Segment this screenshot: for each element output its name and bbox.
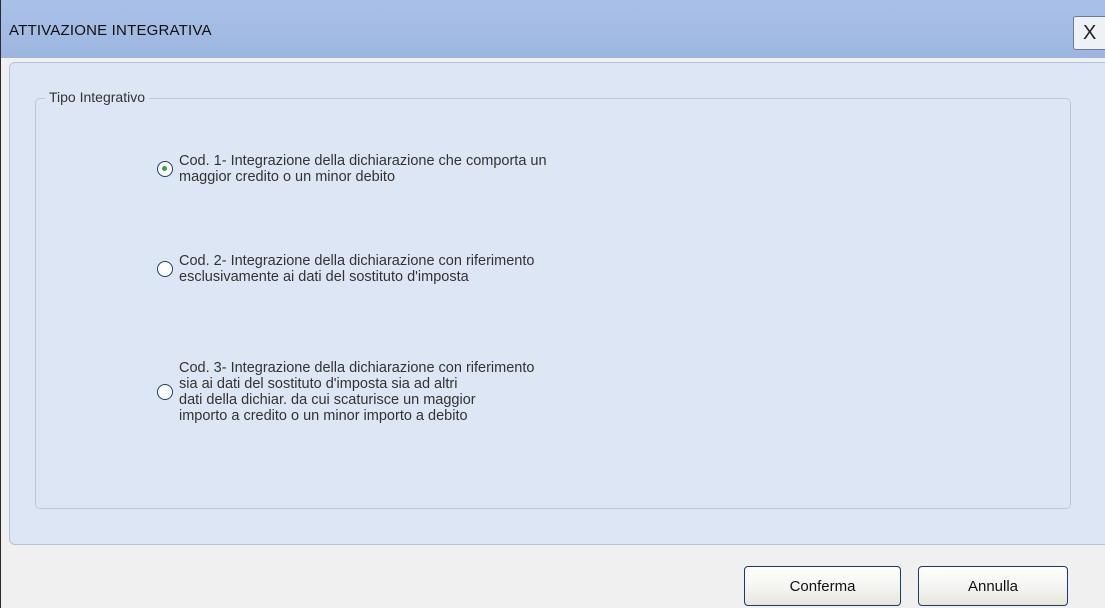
title-bar[interactable]: ATTIVAZIONE INTEGRATIVA [1, 0, 1105, 58]
option-cod-1[interactable]: Cod. 1- Integrazione della dichiarazione… [157, 153, 547, 185]
groupbox-legend: Tipo Integrativo [45, 89, 149, 105]
option-cod-3-line-4: importo a credito o un minor importo a d… [179, 408, 468, 424]
option-cod-3-line-1: Cod. 3- Integrazione della dichiarazione… [179, 360, 535, 376]
close-button[interactable]: X [1073, 16, 1105, 50]
radio-cod-1[interactable] [157, 161, 173, 177]
option-cod-3-line-3: dati della dichiar. da cui scaturisce un… [179, 392, 476, 408]
option-cod-1-label[interactable]: Cod. 1- Integrazione della dichiarazione… [179, 153, 547, 185]
close-icon: X [1083, 22, 1097, 44]
option-cod-3-label[interactable]: Cod. 3- Integrazione della dichiarazione… [179, 360, 534, 424]
radio-cod-2[interactable] [157, 261, 173, 277]
option-cod-2-line-2: esclusivamente ai dati del sostituto d'i… [179, 269, 469, 285]
option-cod-3-line-2: sia ai dati del sostituto d'imposta sia … [179, 376, 458, 392]
option-cod-3[interactable]: Cod. 3- Integrazione della dichiarazione… [157, 360, 534, 424]
option-cod-2[interactable]: Cod. 2- Integrazione della dichiarazione… [157, 253, 534, 285]
annulla-button[interactable]: Annulla [918, 566, 1068, 606]
option-cod-1-line-2: maggior credito o un minor debito [179, 169, 396, 185]
conferma-button[interactable]: Conferma [744, 566, 901, 606]
option-cod-1-line-1: Cod. 1- Integrazione della dichiarazione… [179, 153, 547, 169]
radio-cod-3[interactable] [157, 384, 173, 400]
option-cod-2-label[interactable]: Cod. 2- Integrazione della dichiarazione… [179, 253, 534, 285]
dialog-window: ATTIVAZIONE INTEGRATIVA X Tipo Integrati… [0, 0, 1105, 608]
window-title: ATTIVAZIONE INTEGRATIVA [9, 22, 212, 39]
radio-selected-dot-icon [162, 166, 167, 171]
option-cod-2-line-1: Cod. 2- Integrazione della dichiarazione… [179, 253, 535, 269]
